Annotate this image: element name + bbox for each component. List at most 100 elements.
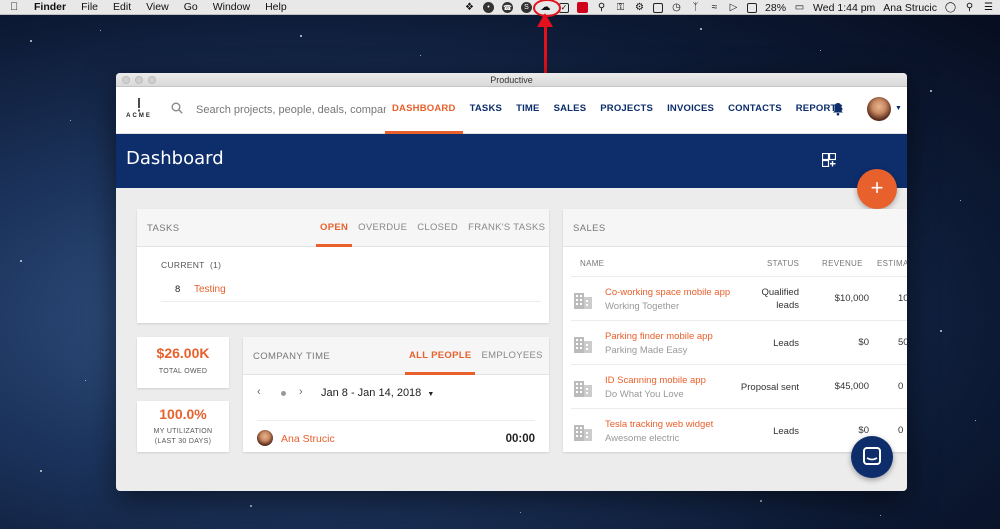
- add-button[interactable]: +: [857, 169, 897, 209]
- window-title: Productive: [490, 75, 533, 85]
- deal-row[interactable]: ID Scanning mobile app Do What You Love …: [571, 364, 907, 408]
- deal-status: Leads: [773, 338, 799, 349]
- user-avatar[interactable]: [867, 97, 891, 121]
- tab-dashboard[interactable]: DASHBOARD: [385, 87, 463, 134]
- deal-company[interactable]: Do What You Love: [605, 389, 684, 400]
- pin-icon[interactable]: ⚲: [596, 2, 607, 13]
- tab-all-people[interactable]: ALL PEOPLE: [405, 337, 476, 375]
- deal-name[interactable]: ID Scanning mobile app: [605, 375, 706, 386]
- tab-invoices[interactable]: INVOICES: [660, 87, 721, 134]
- minimize-window-button[interactable]: [135, 76, 143, 84]
- zoom-window-button[interactable]: [148, 76, 156, 84]
- user-icon[interactable]: ◯: [945, 2, 956, 13]
- today-dot-icon[interactable]: [281, 391, 286, 396]
- chevron-right-icon[interactable]: ›: [299, 386, 303, 398]
- close-window-button[interactable]: [122, 76, 130, 84]
- tab-open[interactable]: OPEN: [316, 209, 353, 247]
- person-name[interactable]: Ana Strucic: [281, 433, 335, 445]
- task-name[interactable]: Testing: [194, 284, 226, 295]
- building-icon: [574, 293, 592, 309]
- menu-bar:  Finder File Edit View Go Window Help ❖…: [0, 0, 1000, 15]
- menu-user[interactable]: Ana Strucic: [883, 2, 937, 14]
- window-titlebar[interactable]: Productive: [116, 73, 907, 87]
- sales-panel-header: SALES: [563, 209, 907, 247]
- deal-estimate: 10: [898, 293, 907, 304]
- keychain-icon[interactable]: ⚿: [615, 2, 626, 13]
- battery-icon[interactable]: ▭: [794, 2, 805, 13]
- building-icon: [574, 425, 592, 441]
- menu-window[interactable]: Window: [213, 1, 250, 13]
- menu-file[interactable]: File: [81, 1, 98, 13]
- utilization-card: 100.0% MY UTILIZATION (LAST 30 DAYS): [137, 401, 229, 452]
- tasks-panel: TASKS OPEN OVERDUE CLOSED FRANK'S TASKS …: [137, 209, 549, 323]
- deal-company[interactable]: Parking Made Easy: [605, 345, 687, 356]
- menu-edit[interactable]: Edit: [113, 1, 131, 13]
- column-status[interactable]: STATUS: [767, 259, 799, 268]
- utilization-period: (LAST 30 DAYS): [154, 438, 212, 445]
- battery-percent: 28%: [765, 1, 787, 14]
- input-source-icon[interactable]: [747, 2, 758, 13]
- list-icon[interactable]: ☰: [983, 2, 994, 13]
- deal-name[interactable]: Co-working space mobile app: [605, 287, 730, 298]
- column-revenue[interactable]: REVENUE: [822, 259, 863, 268]
- task-row[interactable]: 8 Testing: [161, 278, 541, 302]
- volume-icon[interactable]: ▷: [728, 2, 739, 13]
- current-group-label[interactable]: CURRENT (1): [161, 260, 221, 270]
- dropbox-icon[interactable]: ❖: [464, 2, 475, 13]
- skype-icon[interactable]: S: [521, 2, 533, 13]
- spotlight-icon[interactable]: ⚲: [964, 2, 975, 13]
- tab-closed[interactable]: CLOSED: [413, 209, 462, 247]
- tab-sales[interactable]: SALES: [547, 87, 594, 134]
- deal-row[interactable]: Parking finder mobile app Parking Made E…: [571, 320, 907, 364]
- dashboard-banner: Dashboard: [116, 134, 907, 188]
- column-estimate[interactable]: ESTIMA: [877, 259, 907, 268]
- tasks-panel-header: TASKS OPEN OVERDUE CLOSED FRANK'S TASKS: [137, 209, 549, 247]
- tab-projects[interactable]: PROJECTS: [593, 87, 660, 134]
- battery-meter-icon[interactable]: [653, 2, 664, 13]
- utilization-value: 100.0%: [159, 406, 207, 422]
- time-row[interactable]: Ana Strucic 00:00: [257, 420, 535, 450]
- total-owed-label: TOTAL OWED: [158, 368, 208, 375]
- menu-go[interactable]: Go: [184, 1, 198, 13]
- time-machine-icon[interactable]: ◷: [671, 2, 682, 13]
- menu-app-name[interactable]: Finder: [34, 1, 66, 13]
- total-owed-card: $26.00K TOTAL OWED: [137, 337, 229, 388]
- tab-employees[interactable]: EMPLOYEES: [477, 337, 546, 375]
- deal-status: Leads: [773, 426, 799, 437]
- tab-overdue[interactable]: OVERDUE: [354, 209, 411, 247]
- chevron-down-icon[interactable]: ▼: [895, 105, 902, 112]
- tab-franks-tasks[interactable]: FRANK'S TASKS: [464, 209, 549, 247]
- deal-row[interactable]: Co-working space mobile app Working Toge…: [571, 276, 907, 320]
- deal-company[interactable]: Working Together: [605, 301, 679, 312]
- deal-name[interactable]: Tesla tracking web widget: [605, 419, 713, 430]
- date-range-picker[interactable]: Jan 8 - Jan 14, 2018 ▼: [321, 387, 434, 399]
- wifi-icon[interactable]: ≈: [709, 2, 720, 13]
- menu-clock[interactable]: Wed 1:44 pm: [813, 2, 875, 14]
- apple-icon[interactable]: : [10, 1, 22, 13]
- viber-icon[interactable]: ☎: [502, 2, 514, 13]
- menu-view[interactable]: View: [146, 1, 169, 13]
- bell-icon[interactable]: [832, 102, 844, 116]
- chat-button[interactable]: [851, 436, 893, 478]
- deal-company[interactable]: Awesome electric: [605, 433, 679, 444]
- deal-revenue: $45,000: [834, 381, 869, 392]
- record-icon[interactable]: [577, 2, 589, 13]
- menu-help[interactable]: Help: [265, 1, 287, 13]
- deal-name[interactable]: Parking finder mobile app: [605, 331, 713, 342]
- activity-icon[interactable]: ⚙: [634, 2, 645, 13]
- sales-panel: SALES NAME STATUS REVENUE ESTIMA Co-work…: [563, 209, 907, 452]
- tab-time[interactable]: TIME: [509, 87, 547, 134]
- bluetooth-icon[interactable]: ᛉ: [690, 2, 701, 13]
- person-time: 00:00: [505, 433, 535, 445]
- layout-grid-icon[interactable]: [822, 153, 836, 167]
- lastpass-icon[interactable]: •: [483, 2, 495, 13]
- deal-revenue: $0: [858, 337, 869, 348]
- tab-contacts[interactable]: CONTACTS: [721, 87, 789, 134]
- search-input[interactable]: [196, 101, 386, 119]
- tab-tasks[interactable]: TASKS: [463, 87, 510, 134]
- avatar: [257, 430, 273, 446]
- chevron-left-icon[interactable]: ‹: [257, 386, 261, 398]
- acme-logo[interactable]: ᴉ ACME: [124, 93, 154, 120]
- caret-down-icon: ▼: [427, 391, 435, 398]
- column-name[interactable]: NAME: [580, 259, 604, 268]
